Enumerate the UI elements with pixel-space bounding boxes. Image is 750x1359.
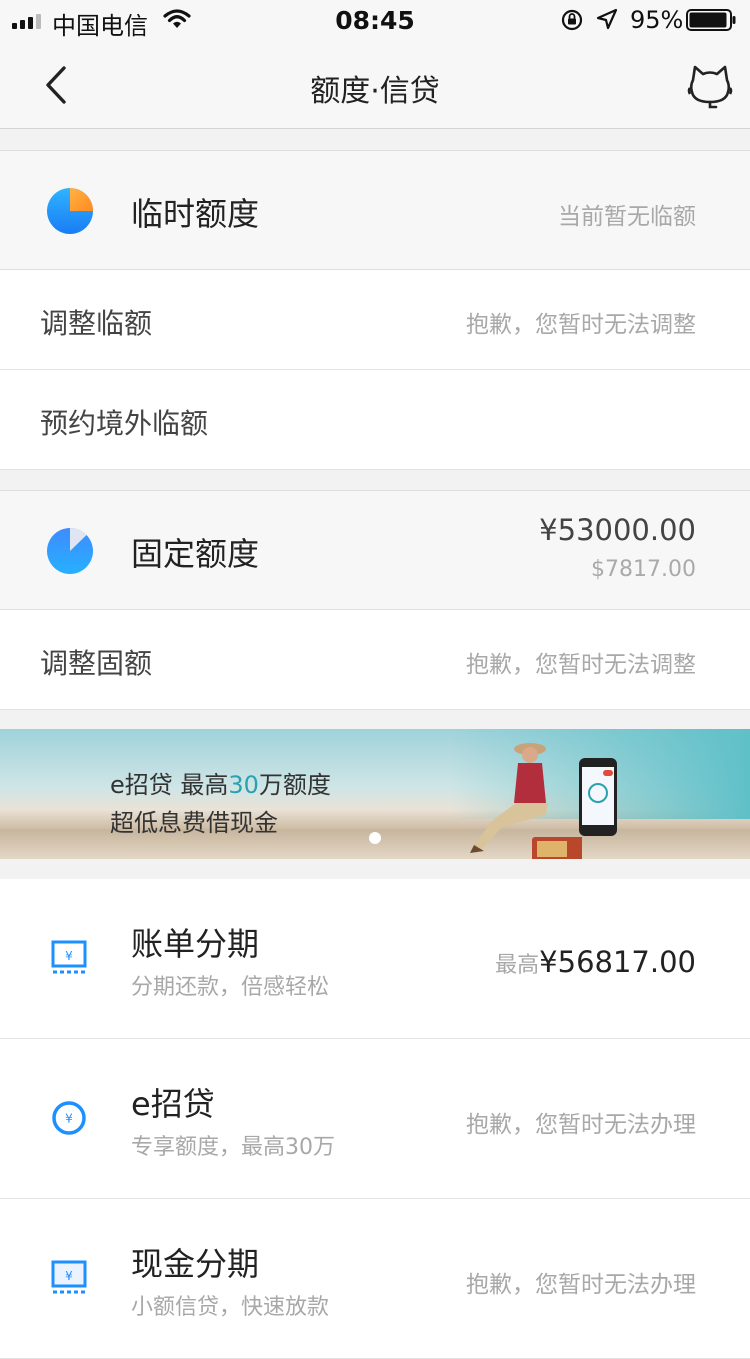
fixed-quota-title: 固定额度: [131, 535, 260, 573]
customer-service-icon[interactable]: [686, 62, 734, 110]
row-label: 调整临额: [40, 307, 153, 340]
status-bar: 中国电信 08:45 95%: [0, 0, 750, 42]
traveler-illustration: [470, 743, 582, 859]
banner-subline: 超低息费借现金: [110, 809, 278, 837]
battery-percent: 95%: [630, 6, 684, 34]
pie-chart-icon: [47, 188, 93, 234]
product-e-loan[interactable]: ¥ e招贷 专享额度，最高30万 抱歉，您暂时无法办理: [0, 1039, 750, 1199]
fixed-quota-amount: ¥53000.00: [539, 513, 696, 547]
row-status: 抱歉，您暂时无法调整: [466, 652, 696, 678]
carousel-indicator[interactable]: [369, 832, 381, 844]
product-desc: 小额信贷，快速放款: [131, 1295, 330, 1320]
page-title: 额度·信贷: [310, 74, 440, 109]
product-name: 账单分期: [131, 925, 260, 963]
row-label: 调整固额: [40, 647, 153, 680]
adjust-temp-quota-row[interactable]: 调整临额 抱歉，您暂时无法调整: [0, 270, 750, 370]
product-name: e招贷: [131, 1085, 215, 1123]
product-cash-installment[interactable]: ¥ 现金分期 小额信贷，快速放款 抱歉，您暂时无法办理: [0, 1199, 750, 1359]
overseas-temp-quota-row[interactable]: 预约境外临额: [0, 370, 750, 470]
temp-quota-title: 临时额度: [131, 195, 260, 233]
product-desc: 分期还款，倍感轻松: [131, 975, 330, 1000]
adjust-fixed-quota-row[interactable]: 调整固额 抱歉，您暂时无法调整: [0, 610, 750, 710]
row-label: 预约境外临额: [40, 407, 209, 440]
battery-icon: [686, 9, 736, 31]
product-desc: 专享额度，最高30万: [131, 1135, 335, 1160]
bill-installment-icon: ¥: [51, 940, 87, 974]
product-name: 现金分期: [131, 1245, 260, 1283]
product-bill-installment[interactable]: ¥ 账单分期 分期还款，倍感轻松 最高¥56817.00: [0, 879, 750, 1039]
location-icon: [596, 8, 618, 30]
rotation-lock-icon: [561, 9, 583, 31]
banner-highlight: 30: [228, 771, 259, 799]
temp-quota-header: 临时额度 当前暂无临额: [0, 150, 750, 270]
svg-text:¥: ¥: [65, 949, 73, 963]
fixed-quota-amount-usd: $7817.00: [591, 557, 696, 582]
fixed-quota-header: 固定额度 ¥53000.00 $7817.00: [0, 490, 750, 610]
row-status: 抱歉，您暂时无法调整: [466, 312, 696, 338]
promo-banner[interactable]: e招贷 最高30万额度 超低息费借现金: [0, 729, 750, 859]
svg-text:¥: ¥: [65, 1112, 73, 1126]
nav-bar: 额度·信贷: [0, 42, 750, 129]
banner-headline: e招贷 最高30万额度: [110, 771, 331, 799]
product-status: 抱歉，您暂时无法办理: [466, 1272, 696, 1298]
phone-illustration: [579, 758, 617, 836]
yuan-coin-icon: ¥: [52, 1101, 86, 1135]
pie-chart-icon: [47, 528, 93, 574]
product-max-amount: 最高¥56817.00: [495, 945, 696, 979]
svg-text:¥: ¥: [65, 1269, 73, 1283]
product-status: 抱歉，您暂时无法办理: [466, 1112, 696, 1138]
temp-quota-status: 当前暂无临额: [558, 204, 696, 230]
cash-installment-icon: ¥: [51, 1260, 87, 1294]
